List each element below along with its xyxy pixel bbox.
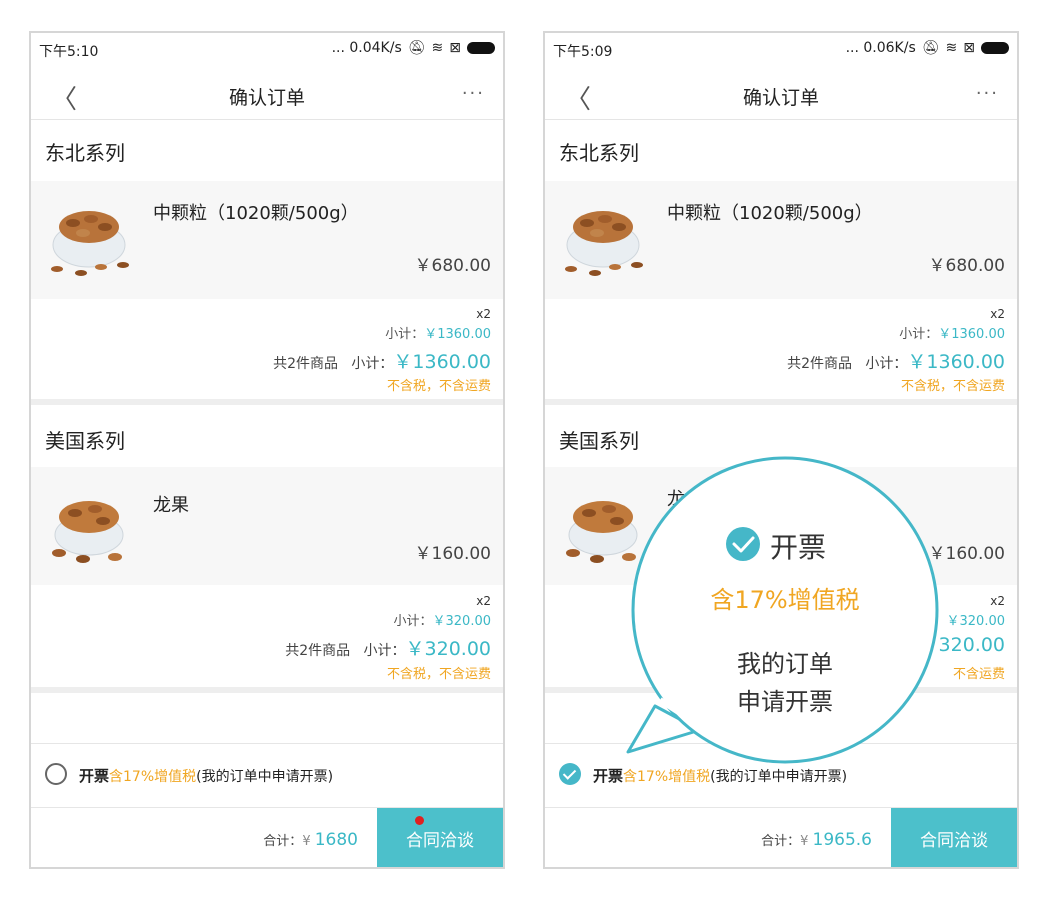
callout-tax: 含17%增值税 [710, 586, 860, 614]
callout-bubble [626, 456, 939, 764]
callout-line4: 申请开票 [737, 688, 833, 716]
callout-line3: 我的订单 [737, 650, 833, 678]
check-circle-icon [726, 527, 760, 561]
callout-invoice-label: 开票 [770, 531, 827, 564]
